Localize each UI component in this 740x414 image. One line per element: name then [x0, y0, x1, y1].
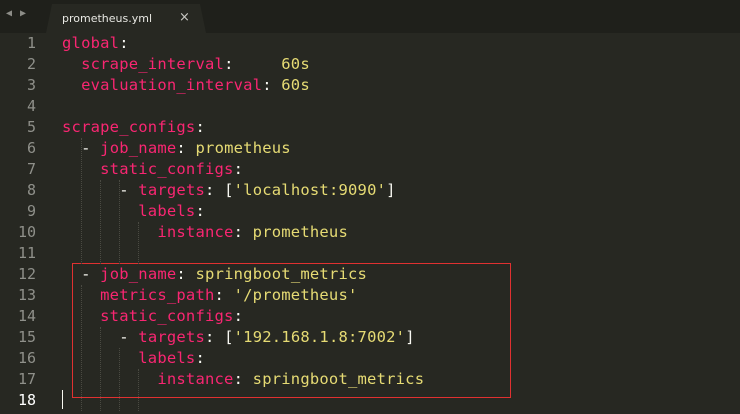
code-token: global: [62, 34, 120, 52]
code-token: :: [119, 34, 129, 52]
code-line[interactable]: - job_name: prometheus: [62, 138, 291, 159]
tab-title: prometheus.yml: [62, 12, 153, 25]
code-token: :: [262, 76, 282, 94]
code-line[interactable]: evaluation_interval: 60s: [62, 75, 310, 96]
indent-guide: [138, 222, 139, 264]
nav-right-icon[interactable]: ▶: [20, 8, 26, 19]
code-token: static_configs: [100, 160, 234, 178]
line-number: 13: [17, 286, 36, 304]
code-token: scrape_configs: [62, 118, 196, 136]
tab-bar: ◀ ▶ prometheus.yml ×: [0, 0, 740, 33]
line-number: 5: [26, 118, 36, 136]
tab-prometheus-yml[interactable]: prometheus.yml ×: [46, 4, 206, 33]
line-number: 1: [26, 34, 36, 52]
code-line[interactable]: scrape_configs:: [62, 117, 205, 138]
code-token: targets: [138, 181, 206, 199]
line-number: 12: [17, 265, 36, 283]
code-token: :: [195, 202, 206, 220]
code-line[interactable]: labels:: [62, 201, 205, 222]
code-token: prometheus: [252, 223, 348, 241]
code-token: :: [195, 118, 205, 136]
line-number: 6: [26, 139, 36, 157]
code-token: :: [176, 139, 196, 157]
line-number: 9: [26, 202, 36, 220]
line-number: 11: [17, 244, 36, 262]
code-line[interactable]: scrape_interval: 60s: [62, 54, 310, 75]
indent-guide: [119, 180, 120, 264]
line-number: 16: [17, 349, 36, 367]
line-number: 2: [26, 55, 36, 73]
line-number-gutter: 1 2 3 4 5 6 7 8 9 10 11 12 13 14 15 16 17 18: [0, 33, 50, 414]
editor-window: ◀ ▶ prometheus.yml × 1 2 3 4 5 6 7 8 9 10 11 12 13 14…: [0, 0, 740, 414]
code-line[interactable]: static_configs:: [62, 159, 243, 180]
close-icon[interactable]: ×: [179, 10, 190, 25]
code-editor[interactable]: 1 2 3 4 5 6 7 8 9 10 11 12 13 14 15 16 17 18 global: scra…: [0, 33, 740, 414]
code-token: 60s: [281, 55, 310, 73]
code-line[interactable]: global:: [62, 33, 129, 54]
code-token: job_name: [100, 139, 177, 157]
line-number: 18: [17, 391, 36, 409]
text-cursor: [62, 390, 63, 409]
code-token: instance: [157, 223, 234, 241]
code-token: :: [224, 55, 282, 73]
line-number: 4: [26, 97, 36, 115]
code-line[interactable]: instance: prometheus: [62, 222, 348, 243]
code-token: 'localhost:9090': [233, 181, 387, 199]
indent-guide: [81, 138, 82, 264]
line-number: 17: [17, 370, 36, 388]
code-token: -: [81, 139, 101, 157]
code-token: : [: [205, 181, 234, 199]
code-token: ]: [386, 181, 396, 199]
code-token: prometheus: [195, 139, 291, 157]
code-token: :: [233, 160, 244, 178]
code-token: 60s: [281, 76, 310, 94]
indent-guide: [138, 369, 139, 411]
code-token: :: [233, 223, 253, 241]
line-number: 3: [26, 76, 36, 94]
indent-guide: [100, 180, 101, 264]
code-token: evaluation_interval: [81, 76, 263, 94]
code-token: labels: [138, 202, 196, 220]
code-line[interactable]: - targets: ['localhost:9090']: [62, 180, 396, 201]
line-number: 15: [17, 328, 36, 346]
line-number: 14: [17, 307, 36, 325]
code-token: -: [119, 181, 139, 199]
indent-guide: [100, 327, 101, 411]
indent-guide: [81, 285, 82, 411]
indent-guide: [119, 348, 120, 411]
line-number: 10: [17, 223, 36, 241]
nav-left-icon[interactable]: ◀: [6, 8, 12, 19]
code-token: scrape_interval: [81, 55, 225, 73]
line-number: 8: [26, 181, 36, 199]
line-number: 7: [26, 160, 36, 178]
